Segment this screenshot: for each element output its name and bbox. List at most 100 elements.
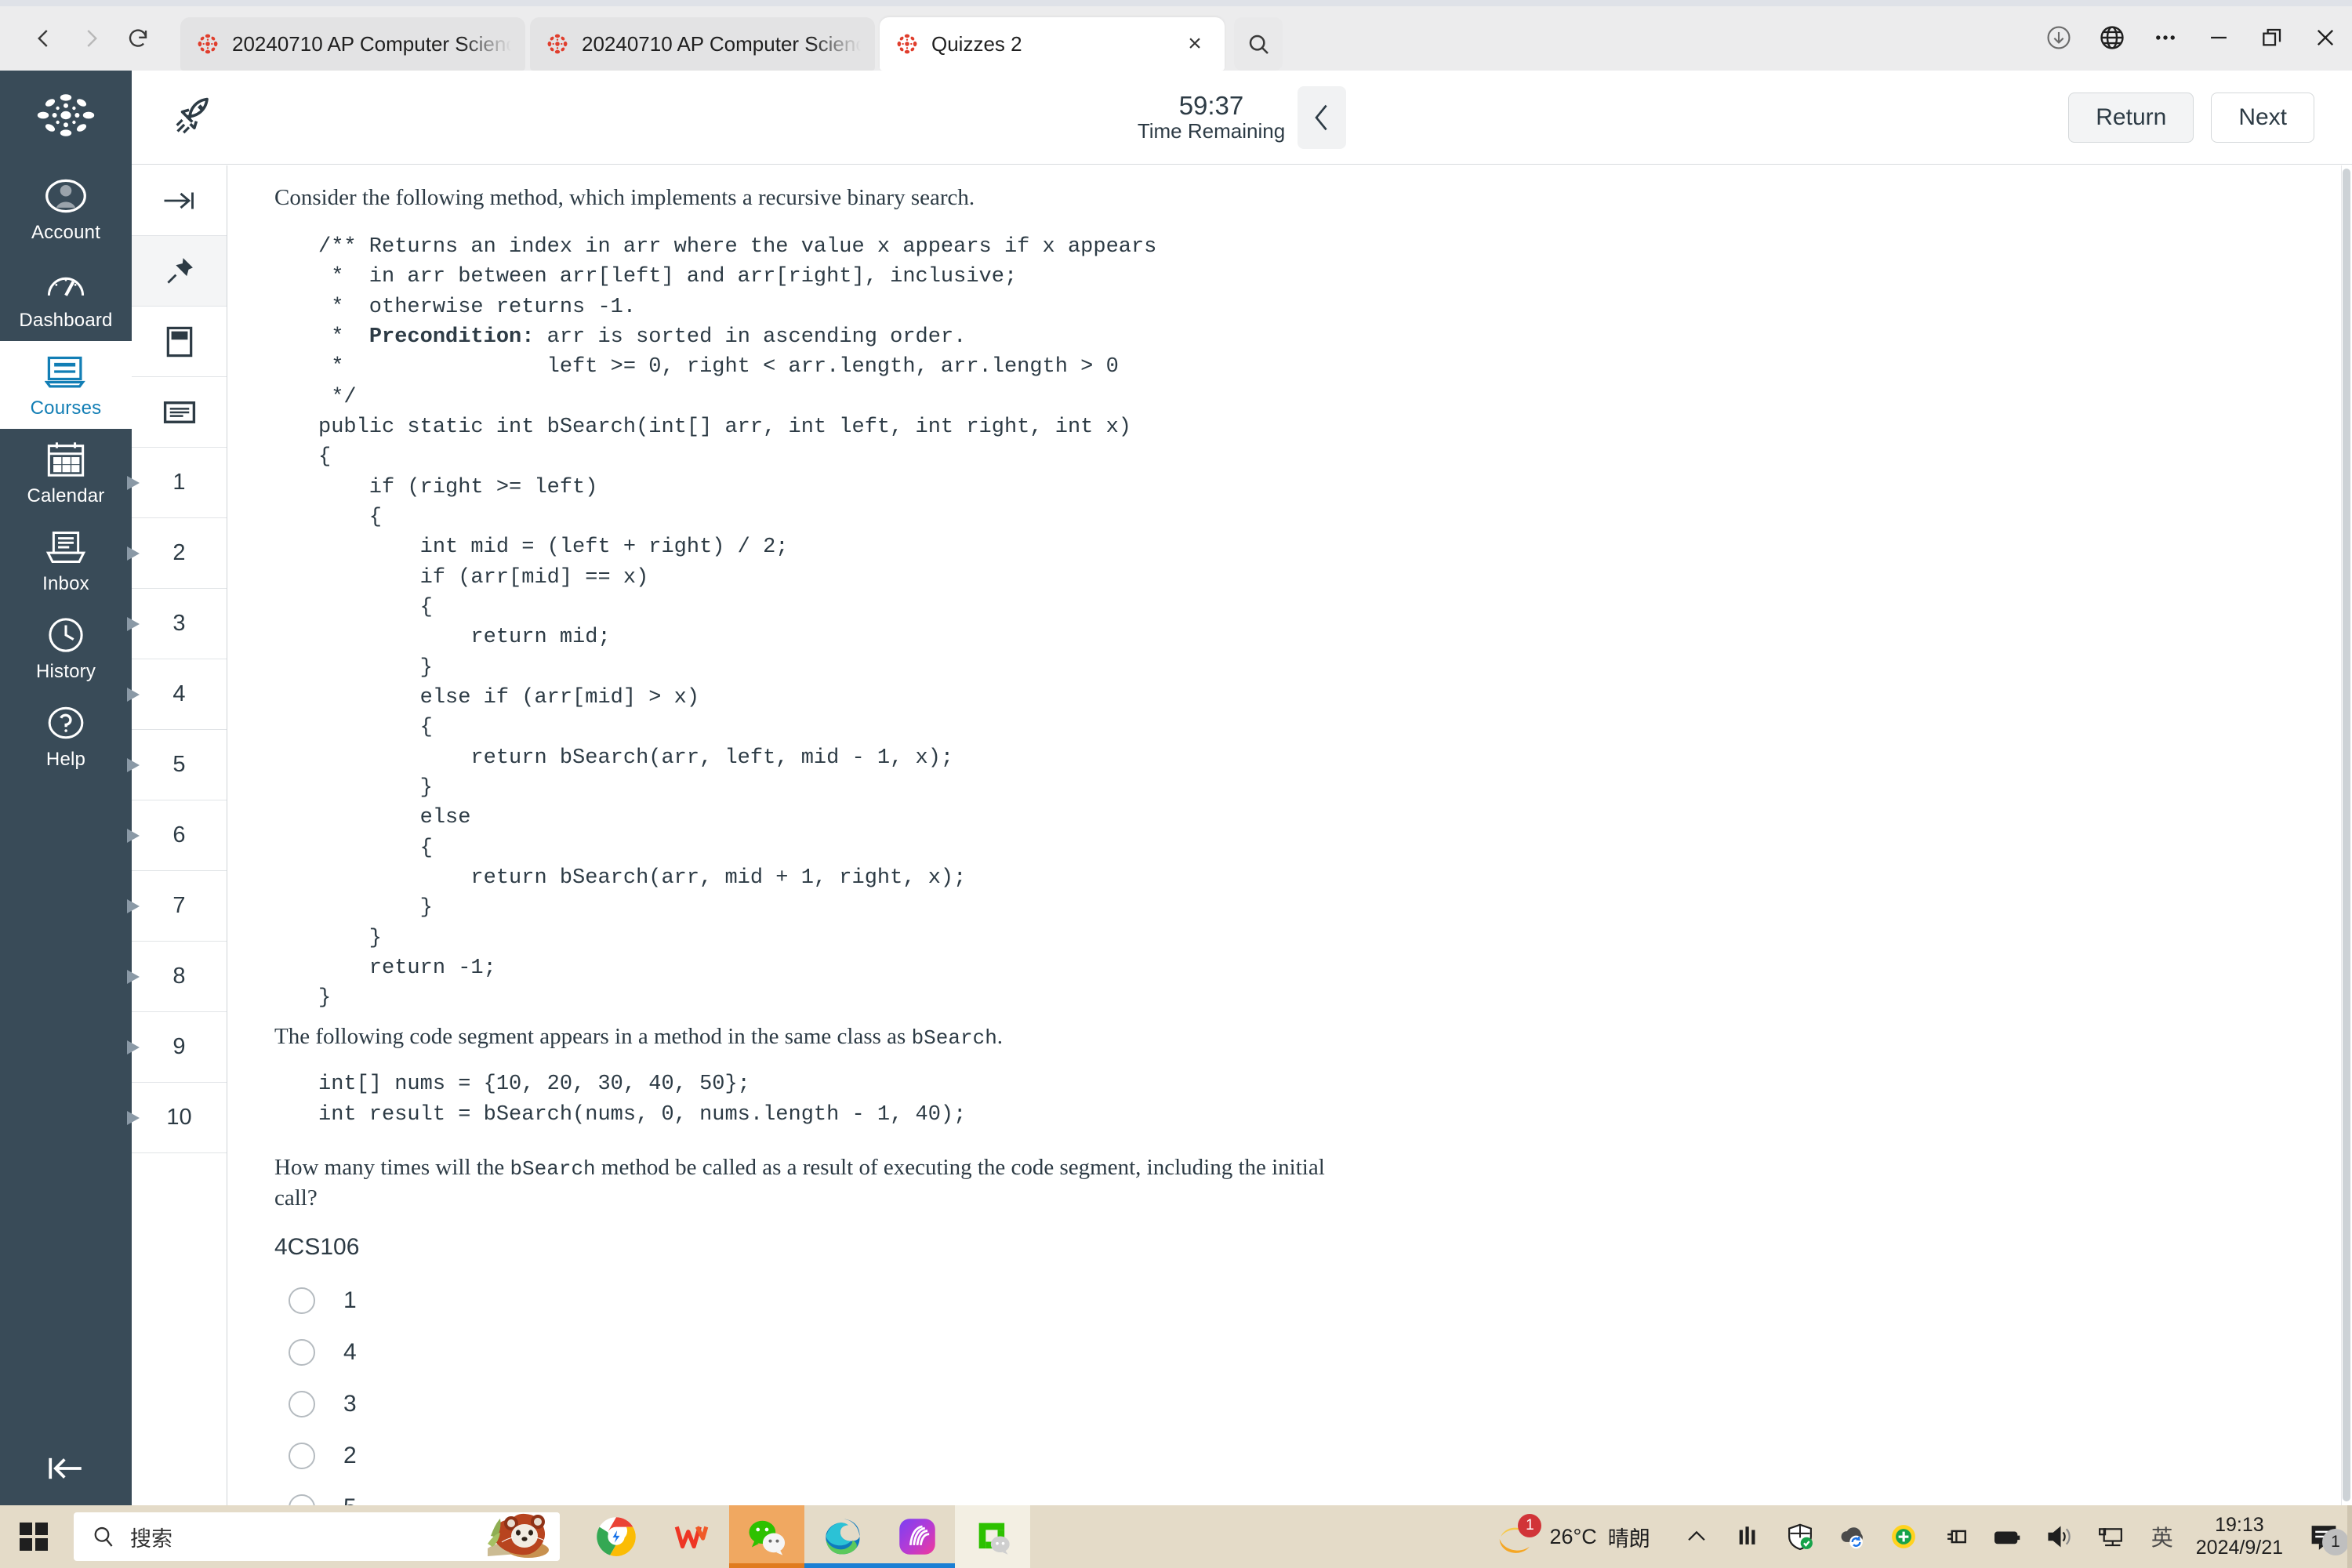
globe-icon[interactable] [2085, 13, 2139, 63]
purple-app-icon[interactable] [880, 1505, 955, 1568]
radio-button[interactable] [289, 1390, 315, 1417]
radio-button[interactable] [289, 1338, 315, 1366]
answer-label: 1 [343, 1287, 357, 1313]
back-button[interactable] [22, 16, 66, 60]
notification-center-button[interactable]: 1 [2296, 1505, 2352, 1568]
qnav-pin-button[interactable] [132, 236, 227, 307]
gauge-icon [45, 261, 87, 307]
qnav-question-9[interactable]: 9 [127, 1012, 227, 1083]
chrome-icon[interactable] [579, 1505, 654, 1568]
battery-icon[interactable] [1981, 1505, 2033, 1568]
content-scrollbar-thumb[interactable] [2343, 169, 2350, 1501]
network-icon[interactable] [2085, 1505, 2136, 1568]
answer-label: 4 [343, 1338, 357, 1365]
minimize-button[interactable] [2192, 13, 2245, 63]
question-flag-marker [127, 898, 140, 913]
browser-tab-title: 20240710 AP Computer Science [582, 31, 861, 56]
forward-button[interactable] [69, 16, 113, 60]
cloud-sync-icon[interactable] [1826, 1505, 1878, 1568]
more-options-icon[interactable] [2139, 13, 2192, 63]
sidebar-item-account[interactable]: Account [0, 165, 132, 253]
qnav-expand-button[interactable] [132, 165, 227, 236]
qnav-document-header-button[interactable] [132, 307, 227, 377]
radio-button[interactable] [289, 1442, 315, 1469]
tray-expand-icon[interactable] [1671, 1505, 1722, 1568]
sidebar-item-courses[interactable]: Courses [0, 341, 132, 429]
question-flag-marker [127, 969, 140, 984]
rocket-icon[interactable] [171, 93, 216, 142]
answer-option-4[interactable]: 2 [274, 1430, 2236, 1482]
qnav-question-2[interactable]: 2 [127, 518, 227, 589]
browser-tabstrip: 20240710 AP Computer Science 20240710 AP… [180, 6, 1283, 71]
reload-button[interactable] [116, 16, 160, 60]
answer-option-1[interactable]: 1 [274, 1275, 2236, 1327]
windows-taskbar: 搜索 1 26°C 晴朗 英 19:13 2024/9/21 1 [0, 1505, 2352, 1568]
qnav-question-4[interactable]: 4 [127, 659, 227, 730]
windows-logo [20, 1523, 48, 1551]
timer-label: Time Remaining [1137, 119, 1286, 143]
qnav-question-8[interactable]: 8 [127, 942, 227, 1012]
wechat-icon[interactable] [729, 1505, 804, 1568]
qnav-document-lines-button[interactable] [132, 377, 227, 448]
windows-start-icon[interactable] [0, 1505, 67, 1568]
close-button[interactable] [2299, 13, 2352, 63]
question-tag: 4CS106 [274, 1233, 360, 1260]
javadoc-line-2: * in arr between arr[left] and arr[right… [318, 265, 1018, 289]
next-button[interactable]: Next [2211, 92, 2314, 143]
question-number: 10 [166, 1105, 192, 1130]
canvas-logo-icon [198, 34, 218, 54]
qnav-question-3[interactable]: 3 [127, 589, 227, 659]
answer-option-5[interactable]: 5 [274, 1482, 2236, 1505]
weather-widget[interactable]: 1 26°C 晴朗 [1496, 1514, 1650, 1555]
question-flag-marker [127, 687, 140, 702]
browser-tab-3-active[interactable]: Quizzes 2 × [880, 17, 1225, 71]
sidebar-item-label: Account [31, 222, 101, 243]
browser-nav-buttons [22, 16, 160, 60]
question-circle-icon [45, 700, 86, 746]
answer-option-2[interactable]: 4 [274, 1327, 2236, 1378]
tab-search-icon[interactable] [1234, 17, 1283, 71]
quiz-timer-region: 59:37 Time Remaining [132, 71, 2352, 164]
taskbar-right-edge[interactable] [2347, 1505, 2352, 1568]
qnav-question-5[interactable]: 5 [127, 730, 227, 800]
antivirus-icon[interactable] [1878, 1505, 1929, 1568]
qnav-question-10[interactable]: 10 [127, 1083, 227, 1153]
sound-mixer-icon[interactable] [1722, 1505, 1774, 1568]
question-flag-marker [127, 1110, 140, 1125]
wechat-devtools-icon[interactable] [955, 1505, 1030, 1568]
qnav-question-1[interactable]: 1 [127, 448, 227, 518]
ime-language-indicator[interactable]: 英 [2136, 1505, 2188, 1568]
screen-root: 20240710 AP Computer Science 20240710 AP… [0, 0, 2352, 1568]
sidebar-item-calendar[interactable]: Calendar [0, 429, 132, 517]
close-icon[interactable]: × [1179, 28, 1210, 60]
usb-device-icon[interactable] [1929, 1505, 1981, 1568]
quiz-header-bar: 59:37 Time Remaining Return Next [132, 71, 2352, 165]
taskbar-clock[interactable]: 19:13 2024/9/21 [2196, 1514, 2283, 1560]
downloads-icon[interactable] [2032, 13, 2085, 63]
wps-office-icon[interactable] [654, 1505, 729, 1568]
browser-tab-1[interactable]: 20240710 AP Computer Science [180, 17, 525, 71]
sidebar-item-dashboard[interactable]: Dashboard [0, 253, 132, 341]
security-shield-icon[interactable] [1774, 1505, 1826, 1568]
answer-option-3[interactable]: 3 [274, 1378, 2236, 1430]
sidebar-item-help[interactable]: Help [0, 692, 132, 780]
weather-condition: 晴朗 [1607, 1526, 1650, 1551]
edge-icon[interactable] [804, 1505, 880, 1568]
sidebar-item-inbox[interactable]: Inbox [0, 517, 132, 604]
timer-collapse-button[interactable] [1298, 85, 1347, 149]
javadoc-block: /** Returns an index in arr where the va… [318, 232, 2236, 1014]
qnav-question-6[interactable]: 6 [127, 800, 227, 871]
radio-button[interactable] [289, 1494, 315, 1505]
radio-button[interactable] [289, 1287, 315, 1314]
sidebar-item-history[interactable]: History [0, 604, 132, 692]
qnav-question-7[interactable]: 7 [127, 871, 227, 942]
taskbar-search-box[interactable]: 搜索 [74, 1512, 560, 1561]
return-button[interactable]: Return [2068, 92, 2194, 143]
canvas-logo-icon[interactable] [31, 89, 100, 145]
browser-tab-2[interactable]: 20240710 AP Computer Science [530, 17, 875, 71]
volume-icon[interactable] [2033, 1505, 2085, 1568]
restore-button[interactable] [2245, 13, 2299, 63]
question-number: 9 [172, 1034, 186, 1059]
javadoc-line-6: */ [318, 385, 357, 409]
collapse-left-icon[interactable] [0, 1452, 132, 1485]
